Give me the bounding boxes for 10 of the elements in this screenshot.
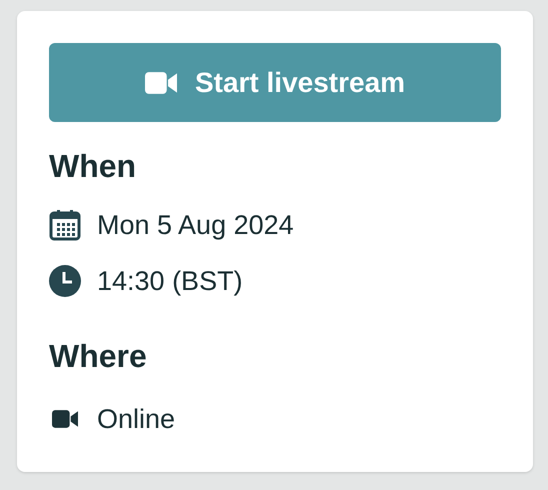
event-time: 14:30 (BST) <box>97 264 243 298</box>
event-date: Mon 5 Aug 2024 <box>97 208 294 242</box>
section-heading: Where <box>49 337 148 376</box>
section-heading: When <box>49 147 138 186</box>
clock-icon <box>49 265 81 297</box>
calendar-icon <box>49 209 81 241</box>
start-livestream-button[interactable]: Start livestream <box>49 43 501 122</box>
video-camera-icon <box>144 72 177 94</box>
video-camera-icon <box>52 410 78 428</box>
event-location: Online <box>97 402 176 436</box>
